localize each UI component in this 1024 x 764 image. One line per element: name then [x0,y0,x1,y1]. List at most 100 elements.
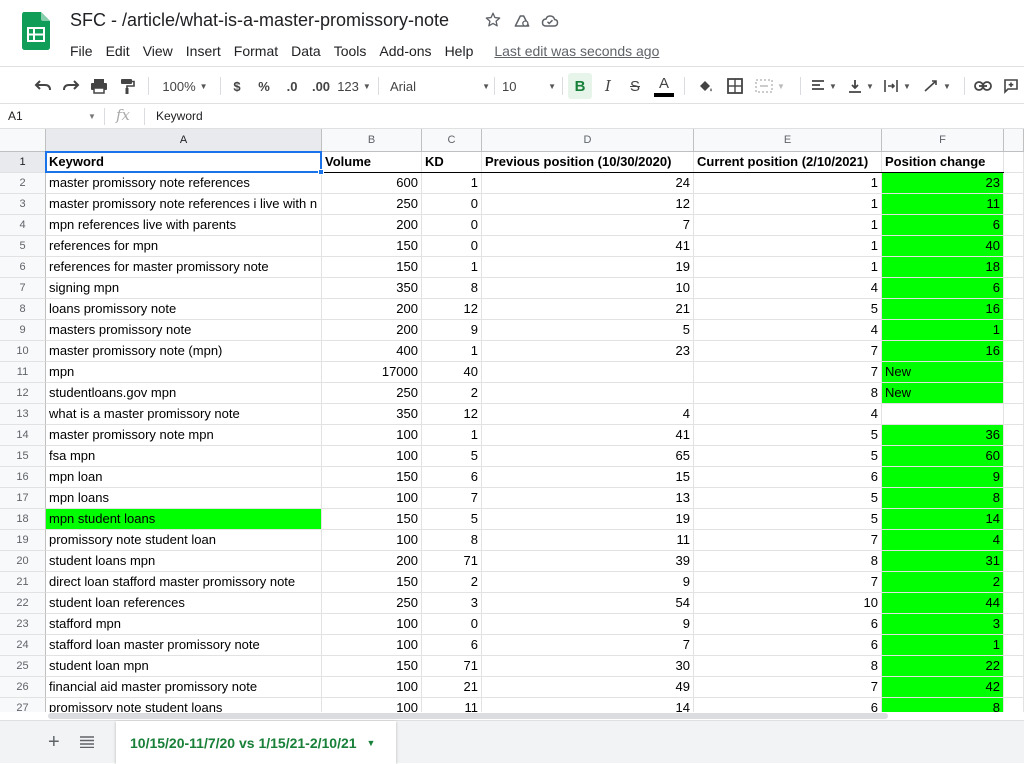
row-header[interactable]: 19 [0,530,46,551]
name-box[interactable]: A1 [8,109,23,123]
empty-cell[interactable] [1004,215,1024,236]
table-cell-position-change[interactable]: 36 [882,425,1004,446]
table-cell-current-position[interactable]: 6 [694,614,882,635]
table-cell-current-position[interactable]: 7 [694,677,882,698]
row-header[interactable]: 18 [0,509,46,530]
table-cell-previous-position[interactable]: 39 [482,551,694,572]
table-cell-kd[interactable]: 9 [422,320,482,341]
table-cell-previous-position[interactable]: 24 [482,173,694,194]
menu-tools[interactable]: Tools [334,43,367,59]
table-cell-kd[interactable]: 5 [422,509,482,530]
header-cell-position-change[interactable]: Position change [882,152,1004,173]
table-cell-previous-position[interactable]: 30 [482,656,694,677]
chevron-down-icon[interactable]: ▼ [367,738,376,748]
table-cell-volume[interactable]: 150 [322,257,422,278]
empty-cell[interactable] [1004,194,1024,215]
table-cell-position-change[interactable]: New [882,362,1004,383]
table-cell-kd[interactable]: 6 [422,635,482,656]
table-cell-current-position[interactable]: 5 [694,299,882,320]
row-header[interactable]: 22 [0,593,46,614]
table-cell-volume[interactable]: 100 [322,614,422,635]
row-header[interactable]: 27 [0,698,46,712]
table-cell-previous-position[interactable]: 65 [482,446,694,467]
table-cell-volume[interactable]: 100 [322,425,422,446]
table-cell-current-position[interactable]: 7 [694,530,882,551]
menu-add-ons[interactable]: Add-ons [379,43,431,59]
row-header[interactable]: 4 [0,215,46,236]
table-cell-kd[interactable]: 11 [422,698,482,712]
table-cell-volume[interactable]: 150 [322,467,422,488]
table-cell-position-change[interactable] [882,404,1004,425]
menu-insert[interactable]: Insert [186,43,221,59]
table-cell-position-change[interactable]: 42 [882,677,1004,698]
table-cell-kd[interactable]: 1 [422,341,482,362]
undo-icon[interactable] [32,67,54,105]
column-header-d[interactable]: D [482,129,694,152]
font-family-select[interactable]: Arial ▼ [390,67,490,105]
table-cell-previous-position[interactable]: 19 [482,509,694,530]
table-cell-volume[interactable]: 200 [322,551,422,572]
table-cell-position-change[interactable]: 60 [882,446,1004,467]
percent-format-button[interactable]: % [255,67,273,105]
table-cell-keyword[interactable]: student loans mpn [46,551,322,572]
empty-cell[interactable] [1004,425,1024,446]
table-cell-position-change[interactable]: 6 [882,278,1004,299]
row-header[interactable]: 25 [0,656,46,677]
all-sheets-menu-icon[interactable] [80,735,94,753]
menu-help[interactable]: Help [445,43,474,59]
column-header-f[interactable]: F [882,129,1004,152]
table-cell-previous-position[interactable]: 10 [482,278,694,299]
vertical-align-icon[interactable]: ▼ [846,67,876,105]
table-cell-current-position[interactable]: 8 [694,656,882,677]
table-cell-previous-position[interactable]: 5 [482,320,694,341]
table-cell-keyword[interactable]: stafford loan master promissory note [46,635,322,656]
table-cell-kd[interactable]: 8 [422,530,482,551]
more-formats-button[interactable]: 123 ▼ [336,67,372,105]
table-cell-kd[interactable]: 12 [422,404,482,425]
table-cell-volume[interactable]: 100 [322,488,422,509]
table-cell-keyword[interactable]: direct loan stafford master promissory n… [46,572,322,593]
table-cell-position-change[interactable]: 1 [882,635,1004,656]
empty-cell[interactable] [1004,593,1024,614]
row-header[interactable]: 16 [0,467,46,488]
last-edit-link[interactable]: Last edit was seconds ago [494,43,659,59]
table-cell-current-position[interactable]: 8 [694,551,882,572]
row-header[interactable]: 7 [0,278,46,299]
table-cell-kd[interactable]: 1 [422,257,482,278]
row-header[interactable]: 6 [0,257,46,278]
table-cell-keyword[interactable]: master promissory note references [46,173,322,194]
table-cell-keyword[interactable]: mpn references live with parents [46,215,322,236]
table-cell-volume[interactable]: 100 [322,446,422,467]
table-cell-position-change[interactable]: 31 [882,551,1004,572]
table-cell-current-position[interactable]: 7 [694,572,882,593]
table-cell-kd[interactable]: 0 [422,236,482,257]
column-header-e[interactable]: E [694,129,882,152]
bold-button[interactable]: B [568,73,592,99]
table-cell-current-position[interactable]: 6 [694,698,882,712]
table-cell-kd[interactable]: 12 [422,299,482,320]
table-cell-keyword[interactable]: promissory note student loans [46,698,322,712]
text-rotation-icon[interactable]: ▼ [918,67,956,105]
table-cell-kd[interactable]: 2 [422,572,482,593]
table-cell-volume[interactable]: 250 [322,593,422,614]
paint-format-icon[interactable] [116,67,138,105]
table-cell-volume[interactable]: 250 [322,194,422,215]
table-cell-kd[interactable]: 6 [422,467,482,488]
table-cell-previous-position[interactable]: 13 [482,488,694,509]
table-cell-keyword[interactable]: signing mpn [46,278,322,299]
table-cell-kd[interactable]: 1 [422,173,482,194]
table-cell-previous-position[interactable]: 19 [482,257,694,278]
font-size-select[interactable]: 10 ▼ [502,67,556,105]
empty-cell[interactable] [1004,551,1024,572]
empty-cell[interactable] [1004,278,1024,299]
table-cell-current-position[interactable]: 5 [694,425,882,446]
spreadsheet-grid[interactable]: A B C D E F 1 Keyword Volume KD Previous position … [0,129,1024,712]
row-header[interactable]: 8 [0,299,46,320]
table-cell-previous-position[interactable]: 12 [482,194,694,215]
table-cell-current-position[interactable]: 4 [694,404,882,425]
empty-cell[interactable] [1004,698,1024,712]
table-cell-previous-position[interactable]: 23 [482,341,694,362]
row-header[interactable]: 14 [0,425,46,446]
table-cell-keyword[interactable]: master promissory note (mpn) [46,341,322,362]
document-title[interactable]: SFC - /article/what-is-a-master-promisso… [70,10,449,31]
